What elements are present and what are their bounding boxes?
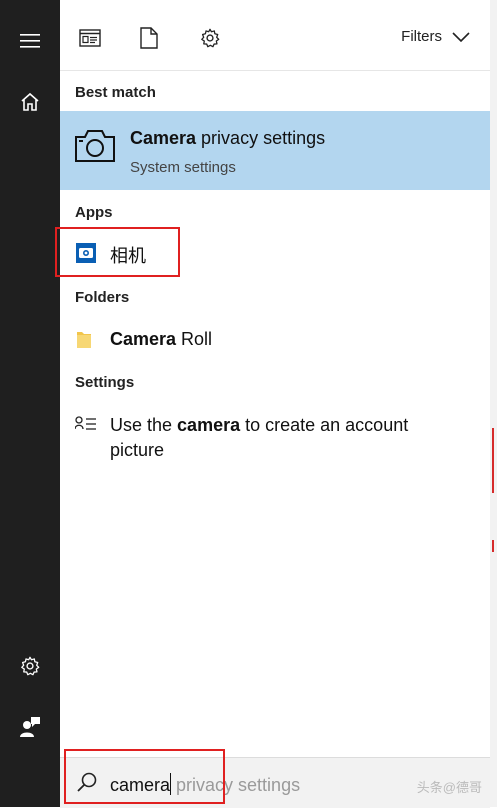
- section-heading-best-match: Best match: [75, 84, 156, 101]
- section-heading-settings: Settings: [75, 374, 135, 391]
- best-match-subtitle: System settings: [130, 159, 236, 176]
- chevron-down-icon: [452, 31, 470, 42]
- search-icon: [77, 772, 97, 792]
- document-icon: [140, 27, 158, 49]
- feedback-person-icon: [20, 717, 40, 737]
- account-list-icon: [75, 416, 96, 430]
- setting-text-suffix: to create an account: [240, 415, 409, 435]
- search-results-panel: Filters Best match Camera privacy settin…: [55, 0, 490, 808]
- best-match-title: Camera privacy settings: [130, 128, 325, 149]
- best-match-title-rest: privacy settings: [196, 128, 326, 148]
- camera-roll-label-rest: Roll: [176, 329, 213, 349]
- hamburger-icon: [20, 34, 40, 48]
- camera-icon: [75, 130, 115, 162]
- search-typed-text: camera: [110, 775, 171, 795]
- settings-filter-button[interactable]: [196, 24, 224, 52]
- camera-app-result[interactable]: 相机: [60, 230, 490, 276]
- apps-filter-button[interactable]: [76, 24, 104, 52]
- start-rail: [0, 0, 60, 807]
- camera-roll-label: Camera Roll: [110, 329, 212, 350]
- folder-icon: [77, 332, 91, 348]
- filters-label: Filters: [401, 28, 442, 45]
- background-red-mark: [492, 428, 497, 493]
- best-match-title-bold: Camera: [130, 128, 197, 148]
- account-picture-setting-label: Use the camera to create an account pict…: [110, 413, 408, 463]
- app-window-icon: [79, 29, 101, 47]
- section-heading-folders: Folders: [75, 289, 130, 306]
- setting-text-prefix: Use the: [110, 415, 178, 435]
- setting-text-line2: picture: [110, 440, 165, 460]
- documents-filter-button[interactable]: [135, 24, 163, 52]
- feedback-button[interactable]: [0, 705, 60, 749]
- home-button[interactable]: [0, 80, 60, 124]
- best-match-result[interactable]: Camera privacy settings System settings: [60, 111, 490, 190]
- gear-icon: [21, 656, 40, 676]
- background-window: [490, 0, 497, 807]
- search-toolbar: Filters: [60, 10, 490, 71]
- section-heading-apps: Apps: [75, 204, 113, 221]
- camera-roll-label-bold: Camera: [110, 329, 177, 349]
- camera-roll-folder-result[interactable]: Camera Roll: [60, 318, 490, 362]
- camera-app-icon: [76, 243, 96, 263]
- hamburger-menu-button[interactable]: [0, 19, 60, 63]
- setting-text-bold: camera: [177, 415, 241, 435]
- settings-button[interactable]: [0, 644, 60, 688]
- search-suggestion-text: privacy settings: [171, 775, 301, 795]
- camera-app-label: 相机: [110, 246, 146, 266]
- gear-icon: [201, 28, 220, 48]
- watermark: 头条@德哥: [416, 780, 482, 795]
- background-red-mark: [492, 540, 497, 552]
- account-picture-setting-result[interactable]: Use the camera to create an account pict…: [60, 403, 490, 467]
- home-icon: [21, 92, 39, 111]
- filters-dropdown[interactable]: Filters: [401, 28, 470, 45]
- search-input[interactable]: camera privacy settings: [110, 773, 300, 796]
